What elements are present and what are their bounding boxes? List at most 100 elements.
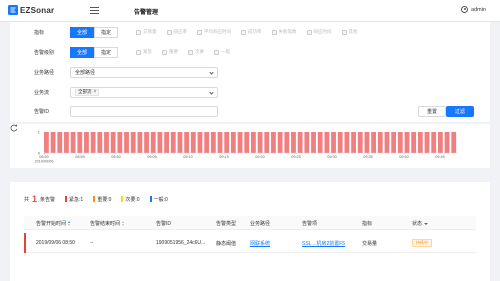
alarm-bar[interactable]	[391, 132, 397, 153]
cell-business-path-link[interactable]: 网联系统	[250, 240, 270, 247]
sort-icon[interactable]	[122, 221, 125, 226]
severity-minor[interactable]: 次要:0	[121, 196, 140, 203]
level-option[interactable]: 重要	[162, 49, 178, 55]
metric-option[interactable]: 交易量	[136, 29, 157, 35]
alarm-bar[interactable]	[184, 132, 190, 153]
alarm-bar[interactable]	[244, 132, 250, 153]
logo[interactable]: EZSonar	[8, 5, 54, 15]
menu-toggle-icon[interactable]	[90, 6, 99, 15]
col-end-time[interactable]: 告警结束时间	[90, 220, 125, 227]
alarm-bar[interactable]	[124, 132, 129, 153]
alarm-bar[interactable]	[364, 132, 370, 153]
alarm-bar[interactable]	[404, 132, 410, 153]
alarm-bar[interactable]	[150, 132, 156, 153]
filter-dropdown-icon[interactable]	[424, 222, 429, 225]
level-option[interactable]: 一般	[214, 49, 230, 55]
alarm-bar[interactable]	[411, 132, 417, 153]
alarm-bar[interactable]	[177, 132, 183, 153]
alarm-bar[interactable]	[271, 132, 276, 153]
alarm-bar[interactable]	[437, 132, 443, 153]
alarm-bar[interactable]	[70, 132, 76, 153]
alarm-bar[interactable]	[104, 132, 109, 153]
metric-option[interactable]: 其他	[341, 29, 358, 35]
path-select[interactable]: 全部路径	[70, 66, 218, 78]
alarm-bar[interactable]	[117, 132, 123, 153]
alarm-bar[interactable]	[77, 132, 83, 153]
metric-option[interactable]: 响应率	[166, 29, 187, 35]
alarm-bar[interactable]	[84, 132, 89, 153]
flow-select[interactable]: 全部流 ×	[70, 86, 218, 98]
level-all-button[interactable]: 全部	[70, 46, 95, 58]
alarm-bar[interactable]	[451, 132, 457, 153]
alarm-bar[interactable]	[284, 132, 290, 153]
alarm-bar[interactable]	[137, 132, 143, 153]
alarm-bar[interactable]	[251, 132, 256, 153]
alarm-bar[interactable]	[170, 132, 176, 153]
alarm-bar[interactable]	[317, 132, 323, 153]
alarm-bar[interactable]	[297, 132, 303, 153]
alarm-bar[interactable]	[190, 132, 196, 153]
alarm-bar[interactable]	[291, 132, 296, 153]
alarm-bar[interactable]	[351, 132, 356, 153]
metric-option[interactable]: 失败笔数	[271, 29, 297, 35]
alarm-bar[interactable]	[324, 132, 330, 153]
col-status[interactable]: 状态	[412, 220, 429, 227]
reset-button[interactable]: 重置	[418, 105, 447, 117]
alarm-bar[interactable]	[371, 132, 376, 153]
alarm-bar[interactable]	[57, 132, 63, 153]
level-option[interactable]: 次要	[188, 49, 204, 55]
alarm-bar[interactable]	[357, 132, 363, 153]
cell-alarm-item-link[interactable]: SSL→机房2前置F5	[302, 240, 345, 247]
alarm-bar[interactable]	[110, 132, 116, 153]
level-specify-button[interactable]: 指定	[94, 46, 119, 58]
severity-general[interactable]: 一般:0	[149, 196, 168, 203]
filter-button[interactable]: 过滤	[446, 105, 475, 117]
alarm-bar[interactable]	[377, 132, 383, 153]
alarm-bar[interactable]	[130, 132, 136, 153]
alarm-bar[interactable]	[257, 132, 263, 153]
severity-critical[interactable]: 紧急:1	[65, 196, 83, 203]
alarm-bar[interactable]	[444, 132, 450, 153]
user-menu[interactable]: admin	[461, 6, 486, 13]
alarm-bar[interactable]	[44, 132, 49, 153]
alarm-bar[interactable]	[204, 132, 210, 153]
metric-all-button[interactable]: 全部	[70, 26, 95, 38]
alarm-bar[interactable]	[304, 132, 310, 153]
metric-option[interactable]: 响应时间	[306, 29, 332, 35]
alarm-bar[interactable]	[237, 132, 243, 153]
alarm-bar[interactable]	[424, 132, 430, 153]
alarm-bar[interactable]	[210, 132, 216, 153]
alarm-bar[interactable]	[164, 132, 169, 153]
metric-option[interactable]: 成功率	[241, 29, 262, 35]
alarm-bar[interactable]	[384, 132, 390, 153]
metric-specify-button[interactable]: 指定	[94, 26, 119, 38]
alarm-bar[interactable]	[344, 132, 350, 153]
alarm-bar[interactable]	[50, 132, 56, 153]
alarm-bar[interactable]	[277, 132, 283, 153]
alarm-bar[interactable]	[311, 132, 316, 153]
alarm-bar[interactable]	[97, 132, 103, 153]
alarm-bar[interactable]	[417, 132, 423, 153]
alarm-bar[interactable]	[217, 132, 223, 153]
alarm-bar[interactable]	[331, 132, 336, 153]
refresh-icon[interactable]	[10, 124, 18, 132]
severity-important[interactable]: 重要:0	[93, 196, 111, 203]
table-row[interactable]: 2019/09/06 08:50 -- 1909051956_24c6U... …	[24, 233, 476, 253]
alarm-bar[interactable]	[337, 132, 343, 153]
alarm-bar[interactable]	[397, 132, 403, 153]
alarm-bar[interactable]	[197, 132, 203, 153]
alarm-id-input[interactable]	[70, 105, 218, 117]
alarm-bar[interactable]	[431, 132, 437, 153]
metric-option[interactable]: 平均响应时间	[197, 29, 231, 35]
level-option[interactable]: 紧急	[136, 49, 152, 55]
alarm-bar[interactable]	[224, 132, 230, 153]
alarm-bar[interactable]	[157, 132, 163, 153]
alarm-bar[interactable]	[144, 132, 149, 153]
col-start-time[interactable]: 告警开始时间	[36, 220, 71, 227]
alarm-bar[interactable]	[64, 132, 69, 153]
close-icon[interactable]: ×	[94, 89, 97, 95]
alarm-bar[interactable]	[230, 132, 236, 153]
sort-icon[interactable]	[68, 221, 71, 226]
alarm-bar[interactable]	[90, 132, 96, 153]
alarm-bar[interactable]	[264, 132, 270, 153]
